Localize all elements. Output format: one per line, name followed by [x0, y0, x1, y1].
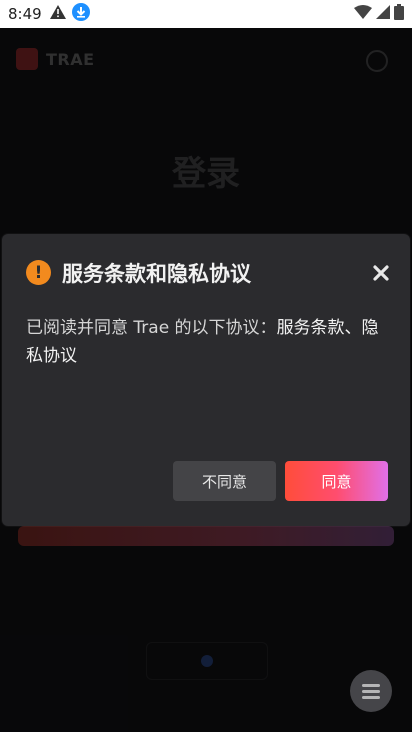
close-icon[interactable]: [370, 262, 392, 284]
download-icon: [71, 3, 90, 25]
dialog-body-text: 已阅读并同意 Trae 的以下协议：: [26, 318, 277, 338]
warning-icon: !: [26, 260, 51, 285]
terms-dialog: ! 服务条款和隐私协议 已阅读并同意 Trae 的以下协议：服务条款、隐私协议 …: [2, 234, 410, 526]
battery-icon: [394, 4, 404, 24]
signal-icon: [376, 5, 390, 23]
dialog-title: 服务条款和隐私协议: [62, 262, 251, 286]
status-bar: 8:49: [0, 0, 412, 28]
disagree-button[interactable]: 不同意: [173, 461, 276, 501]
floating-menu-button[interactable]: [350, 670, 392, 712]
wifi-icon: [354, 5, 372, 23]
warning-icon: [49, 5, 66, 23]
status-time: 8:49: [8, 5, 42, 23]
menu-icon: [362, 681, 380, 702]
dialog-body: 已阅读并同意 Trae 的以下协议：服务条款、隐私协议: [26, 314, 390, 370]
agree-button[interactable]: 同意: [285, 461, 388, 501]
